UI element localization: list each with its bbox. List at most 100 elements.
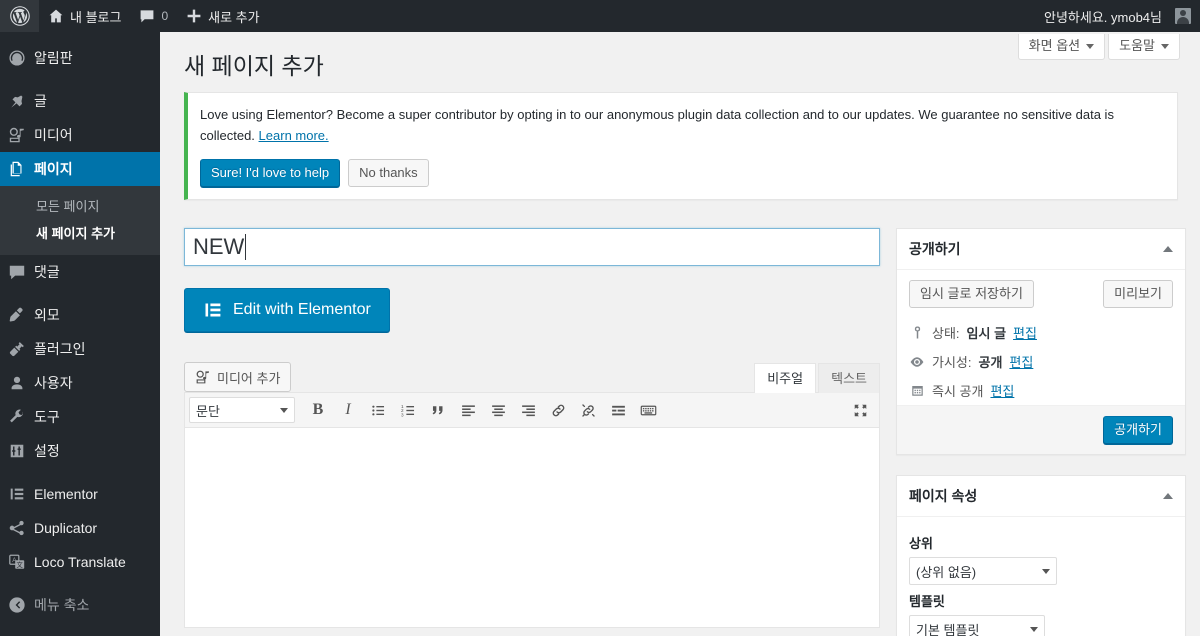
edit-timestamp-link[interactable]: 편집 xyxy=(990,381,1014,400)
chevron-down-icon xyxy=(1030,626,1038,632)
read-more-icon[interactable] xyxy=(605,397,631,423)
add-media-label: 미디어 추가 xyxy=(217,370,281,386)
menu-separator-3 xyxy=(0,468,160,477)
submenu-item-all-pages[interactable]: 모든 페이지 xyxy=(0,193,160,220)
numbered-list-icon[interactable]: 1 2 3 xyxy=(395,397,421,423)
sidebar-item-pages[interactable]: 페이지 xyxy=(0,152,168,186)
elementor-icon xyxy=(203,300,223,320)
post-body-content: NEW Edit with Elementor 미디어 추가 비주얼 텍스트 문… xyxy=(184,228,880,628)
editor-content-area[interactable] xyxy=(184,428,880,628)
post-title-input[interactable]: NEW xyxy=(184,228,880,266)
post-schedule-row: 즉시 공개 편집 xyxy=(909,376,1173,405)
align-right-icon[interactable] xyxy=(515,397,541,423)
sidebar-item-tools[interactable]: 도구 xyxy=(0,400,160,434)
sidebar-item-posts[interactable]: 글 xyxy=(0,84,160,118)
menu-separator-2 xyxy=(0,289,160,298)
unlink-icon[interactable] xyxy=(575,397,601,423)
sidebar-item-settings[interactable]: 설정 xyxy=(0,434,160,468)
template-label: 템플릿 xyxy=(909,594,945,609)
new-content-menu[interactable]: 새로 추가 xyxy=(177,0,268,32)
page-attributes-box: 페이지 속성 상위 (상위 없음) 템플릿 기본 템플릿 xyxy=(896,475,1186,636)
add-media-button[interactable]: 미디어 추가 xyxy=(184,362,292,392)
home-icon xyxy=(48,8,64,24)
site-name-label: 내 블로그 xyxy=(70,9,122,25)
edit-status-link[interactable]: 편집 xyxy=(1013,323,1037,342)
page-template-select[interactable]: 기본 템플릿 xyxy=(909,615,1045,636)
paragraph-format-select[interactable]: 문단 xyxy=(189,397,295,423)
paragraph-format-value: 문단 xyxy=(196,403,220,419)
screen-meta-links: 화면 옵션 도움말 xyxy=(1017,32,1180,60)
align-center-icon[interactable] xyxy=(485,397,511,423)
sidebar-item-media[interactable]: 미디어 xyxy=(0,118,160,152)
notice-message: Love using Elementor? Become a super con… xyxy=(200,107,1114,143)
chevron-down-icon xyxy=(1042,568,1050,574)
eye-icon xyxy=(909,354,925,370)
sidebar-item-label: 글 xyxy=(34,93,47,109)
publish-button[interactable]: 공개하기 xyxy=(1103,416,1173,444)
learn-more-link[interactable]: Learn more. xyxy=(259,128,329,143)
sidebar-item-label: 알림판 xyxy=(34,50,73,66)
comments-menu[interactable]: 0 xyxy=(130,0,177,32)
post-schedule-label: 즉시 공개 xyxy=(932,384,984,399)
help-button[interactable]: 도움말 xyxy=(1108,34,1180,60)
sidebar-item-label: 댓글 xyxy=(34,264,60,280)
sidebar-item-label: 사용자 xyxy=(34,375,73,391)
publish-box-header: 공개하기 xyxy=(897,229,1185,270)
optin-decline-button[interactable]: No thanks xyxy=(348,158,429,187)
sidebar-item-elementor[interactable]: Elementor xyxy=(0,477,160,511)
distraction-free-icon[interactable] xyxy=(847,397,873,423)
post-visibility-row: 가시성: 공개 편집 xyxy=(909,347,1173,376)
wordpress-logo-icon[interactable] xyxy=(0,0,39,32)
preview-button[interactable]: 미리보기 xyxy=(1103,280,1173,308)
menu-separator-1 xyxy=(0,75,160,84)
new-content-label: 새로 추가 xyxy=(208,9,260,25)
align-left-icon[interactable] xyxy=(455,397,481,423)
sidebar-item-label: Duplicator xyxy=(34,520,98,536)
collapse-arrow-icon xyxy=(0,596,34,614)
post-body-sidebar: 공개하기 임시 글로 저장하기 미리보기 상태: 임시 글 편집 가시성: 공개… xyxy=(896,228,1186,636)
chevron-down-icon xyxy=(1161,43,1169,49)
tab-text[interactable]: 텍스트 xyxy=(818,363,880,393)
wp-admin-screen: 내 블로그 0 새로 추가 안녕하세요. ymob4님 알림판 글 미디어 페이… xyxy=(0,0,1200,636)
publish-box-title: 공개하기 xyxy=(909,241,961,257)
italic-icon[interactable]: I xyxy=(335,397,361,423)
optin-accept-button[interactable]: Sure! I'd love to help xyxy=(200,158,341,187)
sidebar-item-label: 설정 xyxy=(34,443,60,459)
blockquote-icon[interactable] xyxy=(425,397,451,423)
site-name-menu[interactable]: 내 블로그 xyxy=(39,0,130,32)
chevron-up-icon[interactable] xyxy=(1163,246,1173,252)
comments-count: 0 xyxy=(161,9,169,23)
sidebar-item-duplicator[interactable]: Duplicator xyxy=(0,511,160,545)
sidebar-item-appearance[interactable]: 외모 xyxy=(0,298,160,332)
edit-with-elementor-button[interactable]: Edit with Elementor xyxy=(184,288,390,332)
admin-bar-right: 안녕하세요. ymob4님 xyxy=(1035,0,1200,32)
parent-page-select[interactable]: (상위 없음) xyxy=(909,557,1057,585)
media-icon xyxy=(0,126,34,144)
bold-icon[interactable]: B xyxy=(305,397,331,423)
collapse-menu-button[interactable]: 메뉴 축소 xyxy=(0,588,160,622)
my-account-menu[interactable]: 안녕하세요. ymob4님 xyxy=(1035,0,1200,32)
dashboard-icon xyxy=(0,49,34,67)
comment-icon xyxy=(0,263,34,281)
sidebar-item-label: Loco Translate xyxy=(34,554,126,570)
sidebar-item-dashboard[interactable]: 알림판 xyxy=(0,41,160,75)
link-icon[interactable] xyxy=(545,397,571,423)
bulleted-list-icon[interactable] xyxy=(365,397,391,423)
sidebar-item-loco-translate[interactable]: A 文 Loco Translate xyxy=(0,545,160,579)
post-body: NEW Edit with Elementor 미디어 추가 비주얼 텍스트 문… xyxy=(160,228,1200,636)
save-draft-button[interactable]: 임시 글로 저장하기 xyxy=(909,280,1034,308)
svg-text:3: 3 xyxy=(401,412,404,417)
toolbar-toggle-keyboard-icon[interactable] xyxy=(635,397,661,423)
wp-editor: 미디어 추가 비주얼 텍스트 문단 B I 1 2 3 xyxy=(184,360,880,628)
screen-options-button[interactable]: 화면 옵션 xyxy=(1017,34,1106,60)
sidebar-item-comments[interactable]: 댓글 xyxy=(0,255,160,289)
admin-bar: 내 블로그 0 새로 추가 안녕하세요. ymob4님 xyxy=(0,0,1200,32)
submenu-item-add-new-page[interactable]: 새 페이지 추가 xyxy=(0,220,160,247)
edit-visibility-link[interactable]: 편집 xyxy=(1009,352,1033,371)
duplicator-share-icon xyxy=(0,519,34,537)
chevron-up-icon[interactable] xyxy=(1163,493,1173,499)
sidebar-item-users[interactable]: 사용자 xyxy=(0,366,160,400)
editor-toolbar: 문단 B I 1 2 3 xyxy=(184,392,880,428)
sidebar-item-plugins[interactable]: 플러그인 xyxy=(0,332,160,366)
tab-visual[interactable]: 비주얼 xyxy=(754,363,817,393)
